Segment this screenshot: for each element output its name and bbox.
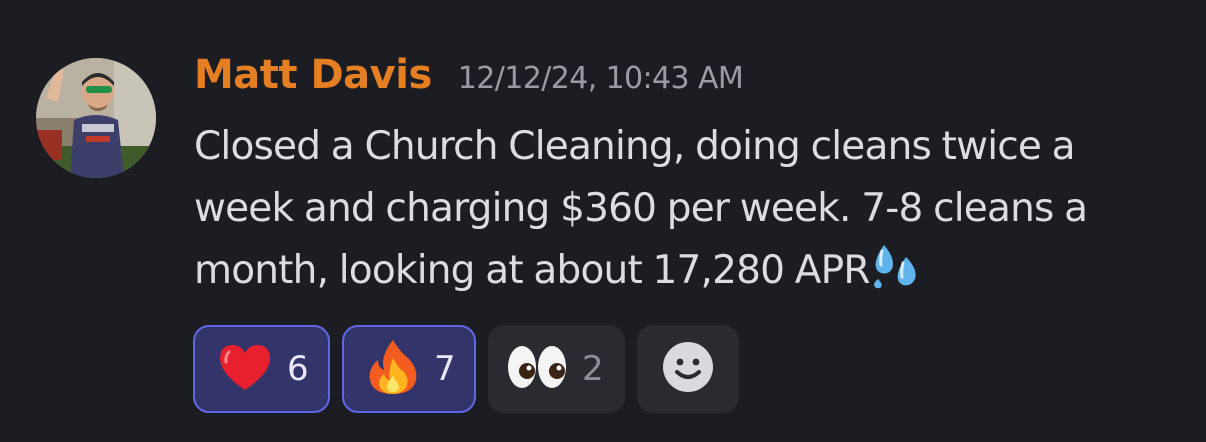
avatar-photo (36, 58, 156, 178)
reaction-heart[interactable]: 6 (193, 325, 330, 413)
fire-icon (366, 338, 420, 400)
avatar[interactable] (36, 58, 156, 178)
eyes-icon (506, 343, 568, 395)
message-header: Matt Davis 12/12/24, 10:43 AM (194, 52, 744, 112)
reaction-eyes[interactable]: 2 (488, 325, 625, 413)
reactions-bar: 6 7 2 (193, 325, 739, 413)
add-reaction-button[interactable] (637, 325, 739, 413)
reaction-count: 6 (287, 349, 309, 389)
red-heart-icon (217, 342, 273, 396)
reaction-count: 2 (582, 349, 604, 389)
add-reaction-smiley-icon (661, 340, 715, 398)
message-text: Closed a Church Cleaning, doing cleans t… (194, 124, 1088, 293)
reaction-count: 7 (434, 349, 456, 389)
sweat-droplets-icon (870, 241, 922, 289)
message-timestamp: 12/12/24, 10:43 AM (457, 61, 744, 96)
message-body: Closed a Church Cleaning, doing cleans t… (194, 116, 1184, 302)
reaction-fire[interactable]: 7 (342, 325, 476, 413)
author-name[interactable]: Matt Davis (194, 52, 432, 98)
